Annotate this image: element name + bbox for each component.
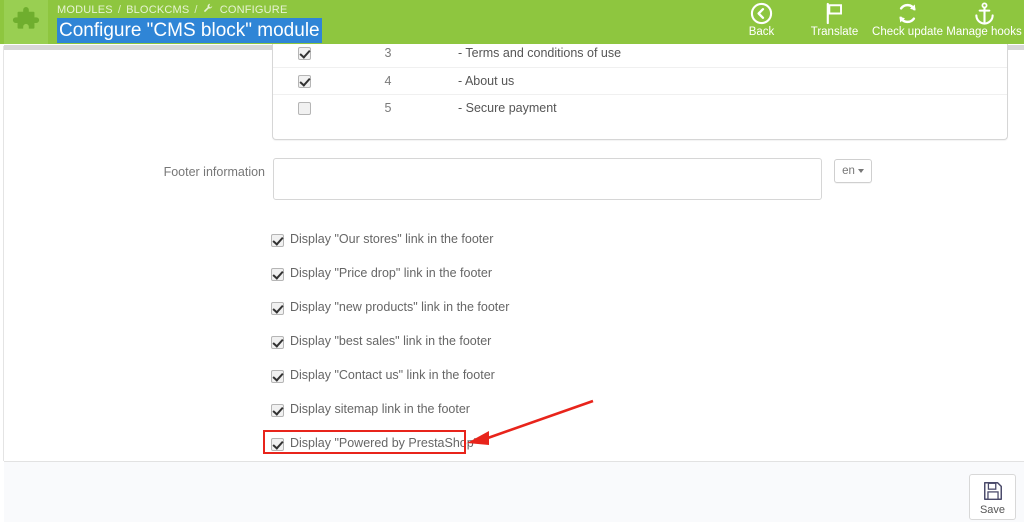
option-label: Display "Contact us" link in the footer	[290, 368, 495, 382]
back-arrow-circle-icon	[750, 2, 773, 25]
footer-options-list: Display "Our stores" link in the footer …	[271, 230, 691, 468]
header-toolbar: Back Translate Check update Manage hooks	[725, 0, 1024, 44]
save-button[interactable]: Save	[969, 474, 1016, 520]
table-row[interactable]: 3 - Terms and conditions of use	[273, 40, 1007, 67]
footer-information-input[interactable]	[273, 158, 822, 200]
refresh-sync-icon	[899, 3, 916, 24]
language-dropdown-label: en	[842, 165, 855, 177]
option-checkbox[interactable]	[271, 436, 284, 454]
cms-row-checkbox[interactable]	[298, 100, 311, 118]
puzzle-piece-icon	[12, 7, 40, 29]
manage-hooks-button-label: Manage hooks	[946, 26, 1022, 38]
option-row-sitemap[interactable]: Display sitemap link in the footer	[271, 400, 691, 434]
cms-row-number: 4	[384, 74, 392, 88]
option-checkbox[interactable]	[271, 368, 284, 386]
check-update-button[interactable]: Check update	[871, 2, 944, 38]
table-row[interactable]: 4 - About us	[273, 67, 1007, 94]
breadcrumb: MODULES / BLOCKCMS / CONFIGURE	[57, 3, 288, 16]
wrench-icon	[203, 3, 213, 16]
cms-row-checkbox[interactable]	[298, 45, 311, 63]
option-label: Display "Our stores" link in the footer	[290, 232, 494, 246]
option-checkbox[interactable]	[271, 266, 284, 284]
page-header: MODULES / BLOCKCMS / CONFIGURE Configure…	[0, 0, 1024, 44]
breadcrumb-separator: /	[194, 3, 198, 16]
cms-pages-panel: 3 - Terms and conditions of use 4 - Abou…	[272, 40, 1008, 140]
option-checkbox[interactable]	[271, 334, 284, 352]
option-row-new-products[interactable]: Display "new products" link in the foote…	[271, 298, 691, 332]
option-label: Display "Price drop" link in the footer	[290, 266, 493, 280]
back-button[interactable]: Back	[725, 2, 798, 38]
translate-button-label: Translate	[810, 26, 859, 38]
breadcrumb-item-blockcms[interactable]: BLOCKCMS	[126, 4, 189, 16]
option-checkbox[interactable]	[271, 300, 284, 318]
cms-row-label: - About us	[458, 74, 515, 88]
translate-button[interactable]: Translate	[798, 2, 871, 38]
breadcrumb-separator: /	[117, 3, 122, 16]
footer-information-label: Footer information	[163, 165, 265, 179]
option-label: Display "best sales" link in the footer	[290, 334, 492, 348]
panel-footer	[4, 461, 1024, 522]
option-row-our-stores[interactable]: Display "Our stores" link in the footer	[271, 230, 691, 264]
option-row-price-drop[interactable]: Display "Price drop" link in the footer	[271, 264, 691, 298]
option-row-contact-us[interactable]: Display "Contact us" link in the footer	[271, 366, 691, 400]
option-row-best-sales[interactable]: Display "best sales" link in the footer	[271, 332, 691, 366]
save-button-label: Save	[979, 504, 1006, 516]
cms-row-checkbox[interactable]	[298, 73, 311, 91]
module-icon-badge	[4, 0, 48, 44]
page-content: 3 - Terms and conditions of use 4 - Abou…	[0, 0, 1024, 522]
page-title: Configure "CMS block" module	[57, 18, 322, 43]
app-root: 3 - Terms and conditions of use 4 - Abou…	[0, 0, 1024, 522]
option-checkbox[interactable]	[271, 402, 284, 420]
cms-row-label: - Terms and conditions of use	[458, 46, 622, 60]
option-checkbox[interactable]	[271, 232, 284, 250]
check-update-button-label: Check update	[872, 26, 943, 38]
breadcrumb-item-modules[interactable]: MODULES	[57, 4, 113, 16]
cms-row-label: - Secure payment	[458, 101, 557, 115]
table-row[interactable]: 5 - Secure payment	[273, 94, 1007, 121]
language-dropdown-button[interactable]: en	[834, 159, 872, 183]
manage-hooks-button[interactable]: Manage hooks	[944, 2, 1024, 38]
cms-row-number: 5	[384, 101, 392, 115]
cms-row-number: 3	[384, 46, 392, 60]
back-button-label: Back	[748, 26, 775, 38]
floppy-disk-save-icon	[983, 482, 1002, 500]
anchor-icon	[974, 2, 994, 25]
flag-icon	[826, 2, 842, 25]
breadcrumb-item-configure: CONFIGURE	[219, 3, 288, 16]
chevron-down-icon	[857, 169, 864, 173]
option-label: Display "new products" link in the foote…	[290, 300, 510, 314]
option-label: Display "Powered by PrestaShop"	[290, 436, 479, 450]
content-left-border	[3, 46, 4, 461]
option-label: Display sitemap link in the footer	[290, 402, 470, 416]
